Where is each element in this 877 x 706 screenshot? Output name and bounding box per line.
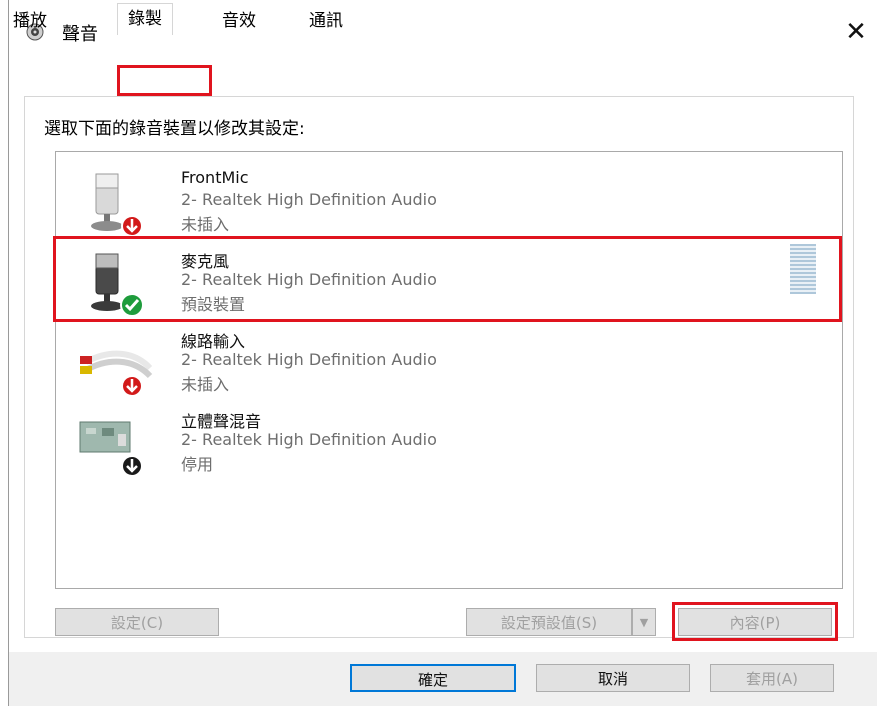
device-name: 線路輸入 <box>181 332 246 351</box>
set-default-button[interactable]: 設定預設值(S) <box>466 608 632 636</box>
cancel-button[interactable]: 取消 <box>536 664 690 692</box>
device-row-stereo-mix[interactable]: 立體聲混音 2- Realtek High Definition Audio 停… <box>56 400 842 480</box>
microphone-icon <box>91 173 143 236</box>
tab-recording-highlight <box>117 65 212 96</box>
device-driver: 2- Realtek High Definition Audio <box>181 430 437 449</box>
device-driver: 2- Realtek High Definition Audio <box>181 350 437 369</box>
line-in-cable-icon <box>80 350 153 396</box>
window-title: 聲音 <box>62 24 98 45</box>
device-list: FrontMic 2- Realtek High Definition Audi… <box>55 151 843 589</box>
device-name: FrontMic <box>181 168 249 187</box>
tab-communications[interactable]: 通訊 <box>309 8 343 34</box>
properties-highlight <box>672 602 838 641</box>
device-name: 立體聲混音 <box>181 412 262 431</box>
ok-button[interactable]: 確定 <box>350 664 516 692</box>
instruction-text: 選取下面的錄音裝置以修改其設定: <box>44 119 305 139</box>
chevron-down-icon[interactable]: ▼ <box>632 608 656 636</box>
tab-playback[interactable]: 播放 <box>13 8 47 34</box>
device-driver: 2- Realtek High Definition Audio <box>181 190 437 209</box>
device-status: 未插入 <box>181 375 230 394</box>
sound-card-icon <box>79 421 143 476</box>
apply-button[interactable]: 套用(A) <box>710 664 834 692</box>
input-level-meter <box>790 244 816 294</box>
device-status: 未插入 <box>181 215 230 234</box>
close-button[interactable]: ✕ <box>836 12 876 52</box>
device-row-frontmic[interactable]: FrontMic 2- Realtek High Definition Audi… <box>56 160 842 240</box>
device-row-line-in[interactable]: 線路輸入 2- Realtek High Definition Audio 未插… <box>56 320 842 400</box>
device-status: 停用 <box>181 455 214 474</box>
tab-sounds[interactable]: 音效 <box>222 8 256 34</box>
selected-device-highlight <box>53 236 842 322</box>
window-edge <box>8 0 9 706</box>
tab-recording[interactable]: 錄製 <box>117 3 173 35</box>
configure-button[interactable]: 設定(C) <box>55 608 219 636</box>
